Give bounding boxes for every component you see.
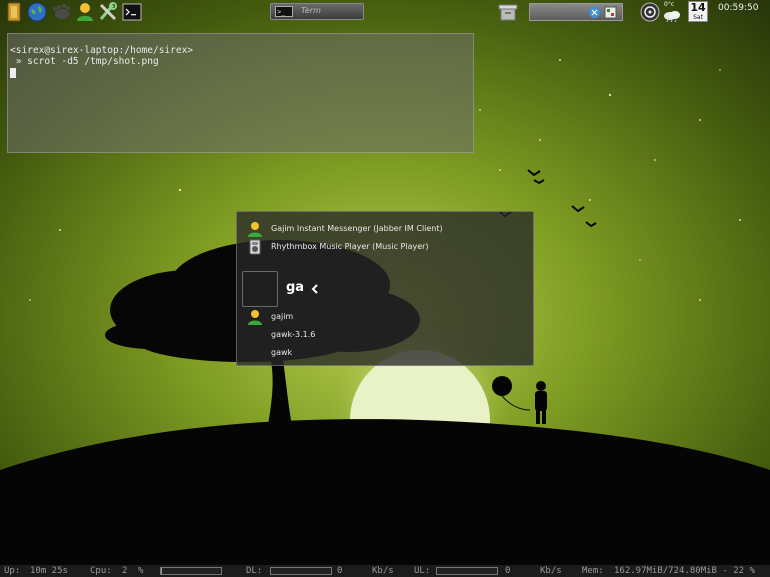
terminal-icon[interactable]	[122, 2, 142, 22]
memory-value: 162.97MiB/724.80MiB - 22 %	[614, 566, 755, 576]
cpu-graph	[160, 567, 222, 575]
cloud-icon	[664, 11, 680, 22]
launcher-suggestion-item[interactable]: gawk-3.1.6	[247, 327, 527, 343]
system-tray	[529, 3, 623, 21]
uptime-label: Up:	[4, 566, 21, 576]
calendar-day: 14	[690, 1, 706, 14]
upload-graph	[436, 567, 498, 575]
gajim-icon	[248, 310, 262, 325]
launcher-suggestion-item[interactable]: gajim	[247, 309, 527, 325]
battery-icon[interactable]	[604, 6, 617, 19]
launcher-result-item[interactable]: Rhythmbox Music Player (Music Player)	[247, 239, 527, 255]
terminal-cursor	[10, 68, 16, 78]
cpu-graph-fill	[161, 568, 163, 574]
clock[interactable]: 00:59:50	[718, 3, 758, 13]
download-graph	[270, 567, 332, 575]
cpu-label: Cpu:	[90, 566, 112, 576]
upload-value: 0	[505, 566, 511, 576]
launcher-suggestion-label: gawk	[271, 348, 293, 357]
network-icon[interactable]	[588, 6, 601, 19]
calendar-widget[interactable]: 14 Sat	[688, 1, 708, 22]
cpu-value: 2	[122, 566, 128, 576]
status-bar: Up: 10m 25s Cpu: 2 % DL: 0 Kb/s UL: 0 Kb…	[0, 565, 770, 577]
launcher-result-label: Rhythmbox Music Player (Music Player)	[271, 242, 429, 251]
launcher-suggestion-item[interactable]: gawk	[247, 345, 527, 361]
trash-icon[interactable]	[498, 3, 518, 21]
uptime-value: 10m 25s	[30, 566, 68, 576]
download-unit: Kb/s	[372, 566, 394, 576]
gajim-icon[interactable]	[75, 2, 95, 22]
taskbar-task-terminal[interactable]: >_ Term	[270, 3, 364, 20]
web-browser-globe-icon[interactable]	[27, 2, 47, 22]
memory-label: Mem:	[582, 566, 604, 576]
taskbar-task-label: Term	[301, 6, 321, 15]
selected-app-icon-box	[242, 271, 278, 307]
cpu-unit: %	[138, 566, 144, 576]
launcher-result-item[interactable]: Gajim Instant Messenger (Jabber IM Clien…	[247, 221, 527, 237]
upload-unit: Kb/s	[540, 566, 562, 576]
terminal-command: » scrot -d5 /tmp/shot.png	[10, 56, 159, 67]
gajim-icon	[248, 222, 262, 237]
calendar-weekday: Sat	[693, 14, 703, 21]
download-label: DL:	[246, 566, 263, 576]
launcher-result-label: Gajim Instant Messenger (Jabber IM Clien…	[271, 224, 443, 233]
upload-label: UL:	[414, 566, 431, 576]
rhythmbox-icon	[249, 239, 261, 255]
file-manager-icon[interactable]	[4, 2, 24, 22]
download-value: 0	[337, 566, 343, 576]
launcher-suggestion-label: gajim	[271, 312, 294, 321]
terminal-prompt: <sirex@sirex-laptop:/home/sirex>	[10, 45, 194, 56]
system-monitor-icon[interactable]	[640, 2, 660, 22]
chevron-left-icon	[311, 284, 318, 294]
weather-widget[interactable]: 0°c	[662, 1, 682, 22]
tools-icon[interactable]	[98, 2, 118, 22]
top-panel: >_ Term 0°c 14 Sat 00:59:50	[0, 0, 770, 24]
gnome-foot-icon[interactable]	[51, 2, 71, 22]
launcher-query-text[interactable]: ga	[286, 280, 304, 295]
terminal-icon: >_	[275, 6, 293, 17]
weather-temperature: 0°c	[664, 1, 675, 8]
app-launcher-dialog: Gajim Instant Messenger (Jabber IM Clien…	[236, 211, 534, 366]
launcher-suggestion-label: gawk-3.1.6	[271, 330, 316, 339]
terminal-window[interactable]: <sirex@sirex-laptop:/home/sirex> » scrot…	[7, 33, 474, 153]
